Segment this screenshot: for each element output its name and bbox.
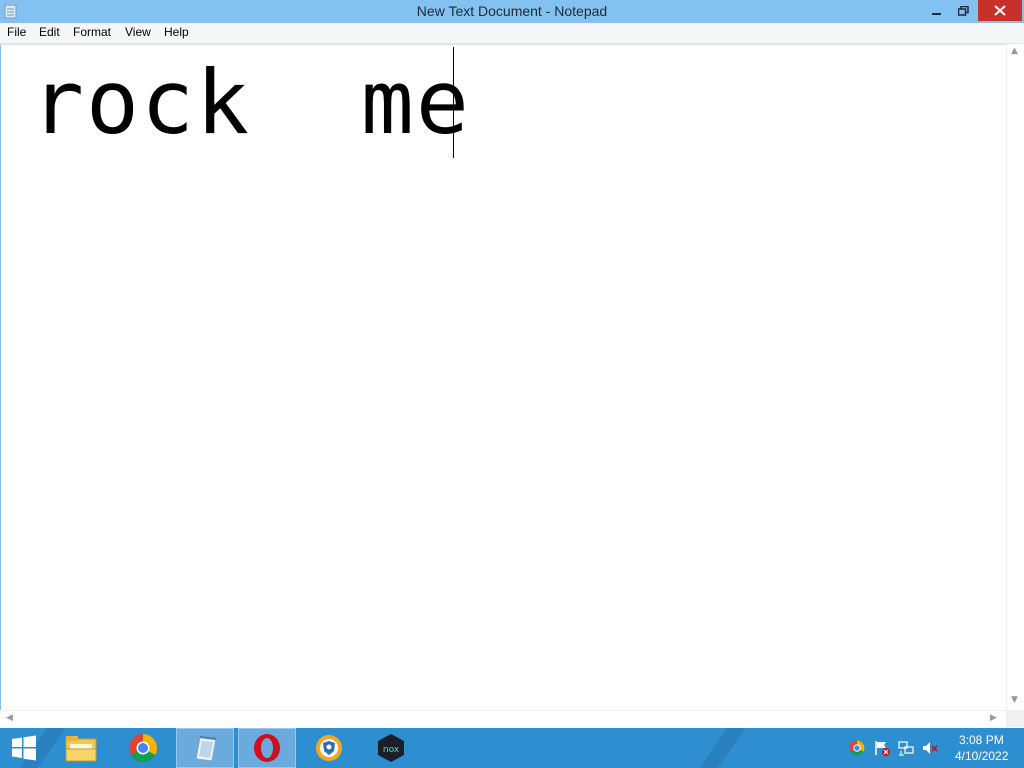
taskbar-notepad[interactable] — [176, 728, 234, 768]
scroll-right-arrow-icon[interactable]: ▶ — [990, 713, 997, 723]
taskbar-nox[interactable]: nox — [362, 728, 420, 768]
chrome-icon — [129, 734, 157, 762]
window-title: New Text Document - Notepad — [416, 3, 608, 19]
title-bar[interactable]: New Text Document - Notepad — [0, 0, 1024, 23]
minimize-icon — [932, 12, 941, 15]
menu-file[interactable]: File — [7, 25, 26, 39]
network-icon[interactable] — [898, 740, 914, 756]
restore-icon — [957, 5, 969, 16]
taskbar-vpn[interactable] — [300, 728, 358, 768]
horizontal-scrollbar[interactable]: ◀ ▶ — [0, 710, 1006, 728]
text-editor-area[interactable]: rock me — [0, 44, 1007, 711]
file-explorer-icon — [65, 736, 97, 762]
scrollbar-corner — [1006, 710, 1024, 727]
windows-start-icon — [12, 735, 36, 761]
vertical-scrollbar[interactable]: ▲ ▼ — [1006, 44, 1024, 710]
taskbar-decoration — [685, 728, 753, 768]
vpn-shield-icon — [316, 735, 342, 761]
menu-format[interactable]: Format — [73, 25, 111, 39]
menu-view[interactable]: View — [125, 25, 151, 39]
scroll-down-arrow-icon[interactable]: ▼ — [1011, 695, 1018, 705]
menu-bar: File Edit Format View Help — [0, 23, 1024, 44]
clock-time[interactable]: 3:08 PM — [959, 733, 1004, 747]
notepad-icon — [195, 736, 217, 762]
chrome-tray-icon[interactable] — [849, 740, 865, 756]
volume-muted-icon[interactable] — [922, 740, 938, 756]
taskbar-opera[interactable] — [238, 728, 296, 768]
svg-text:nox: nox — [383, 745, 400, 755]
scroll-up-arrow-icon[interactable]: ▲ — [1011, 46, 1018, 56]
menu-edit[interactable]: Edit — [39, 25, 60, 39]
clock-date[interactable]: 4/10/2022 — [955, 749, 1008, 763]
taskbar-chrome[interactable] — [114, 728, 172, 768]
nox-player-icon: nox — [378, 734, 404, 762]
taskbar-file-explorer[interactable] — [52, 728, 110, 768]
opera-icon — [254, 734, 280, 762]
editor-content[interactable]: rock me — [31, 59, 526, 147]
start-button[interactable] — [0, 728, 48, 768]
restore-button[interactable] — [948, 0, 978, 21]
close-icon — [994, 5, 1006, 16]
close-button[interactable] — [978, 0, 1022, 21]
scroll-left-arrow-icon[interactable]: ◀ — [6, 713, 13, 723]
taskbar: nox 3:08 PM 4/10/2022 — [0, 728, 1024, 768]
text-caret — [453, 47, 454, 158]
action-center-flag-icon[interactable] — [874, 740, 890, 756]
menu-help[interactable]: Help — [164, 25, 189, 39]
